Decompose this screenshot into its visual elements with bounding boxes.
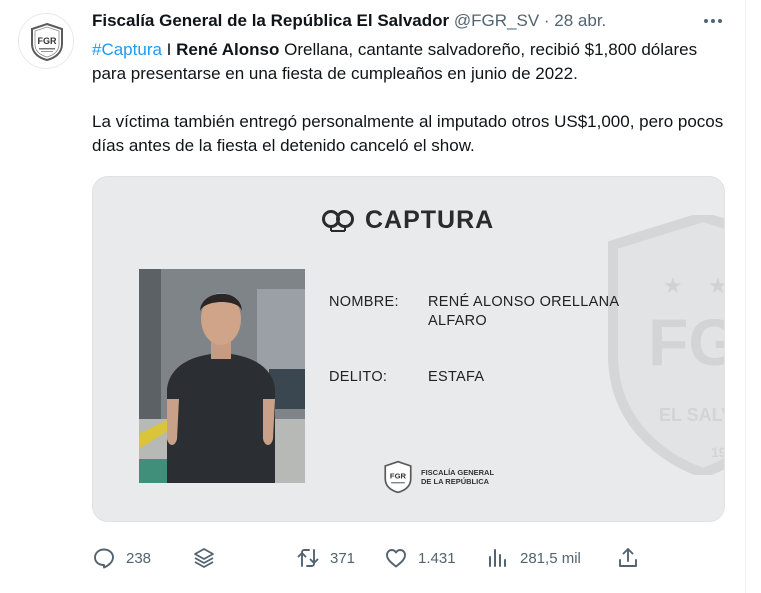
right-divider	[745, 0, 746, 593]
footer-logo: FGR FISCALÍA GENERAL DE LA REPÚBLICA	[381, 460, 501, 494]
fgr-badge-icon: FGR	[31, 22, 63, 62]
reply-count: 238	[126, 549, 152, 567]
tweet-header: Fiscalía General de la República El Salv…	[92, 9, 606, 33]
more-icon	[704, 19, 722, 23]
views-count: 281,5 mil	[520, 549, 581, 567]
reply-button[interactable]: 238	[92, 545, 151, 571]
reply-icon	[94, 548, 114, 569]
watermark-badge: ★ ★ FGR EL SALV 19	[608, 215, 725, 475]
field-value-crime: ESTAFA	[428, 369, 485, 385]
watermark-sub: EL SALV	[659, 405, 725, 425]
card-title-text: CAPTURA	[365, 205, 495, 234]
more-button[interactable]	[700, 8, 726, 34]
fgr-badge-icon: FGR	[384, 460, 412, 494]
suspect-photo	[139, 269, 305, 483]
retweet-count: 371	[330, 549, 356, 567]
tweet-text: #Captura I René Alonso Orellana, cantant…	[92, 38, 732, 158]
share-button[interactable]	[616, 545, 640, 571]
footer-logo-text: FGR	[390, 472, 407, 481]
retweet-button[interactable]: 371	[296, 545, 355, 571]
watermark-num: 19	[711, 444, 725, 460]
heart-icon	[386, 549, 406, 568]
bold-name: René Alonso	[176, 40, 280, 59]
svg-text:★: ★	[663, 273, 683, 298]
card-title: CAPTURA	[321, 205, 494, 235]
watermark-text: FGR	[648, 305, 725, 379]
header-separator: ·	[539, 11, 555, 30]
action-bar: 238 371 1.431 281,5 mil	[92, 545, 652, 571]
footer-text: FISCALÍA GENERAL DE LA REPÚBLICA	[421, 468, 494, 486]
text-separator: I	[161, 40, 177, 59]
views-icon	[489, 549, 506, 567]
avatar-logo-text: FGR	[38, 36, 57, 46]
field-label-name: NOMBRE:	[329, 294, 399, 310]
like-button[interactable]: 1.431	[384, 545, 456, 571]
field-label-crime: DELITO:	[329, 369, 388, 385]
hashtag-link[interactable]: #Captura	[92, 40, 162, 59]
stack-icon	[194, 548, 214, 568]
views-button[interactable]: 281,5 mil	[486, 545, 581, 571]
share-icon	[619, 548, 637, 567]
retweet-icon	[297, 549, 319, 567]
svg-text:★: ★	[708, 273, 725, 298]
media-card[interactable]: ★ ★ FGR EL SALV 19 CAPTURA N	[92, 176, 725, 522]
author-name[interactable]: Fiscalía General de la República El Salv…	[92, 11, 449, 30]
like-count: 1.431	[418, 549, 456, 567]
avatar[interactable]: FGR	[18, 13, 74, 69]
handcuffs-icon	[322, 210, 354, 232]
field-value-name: RENÉ ALONSO ORELLANA ALFARO	[428, 294, 619, 329]
tweet-paragraph-2: La víctima también entregó personalmente…	[92, 112, 724, 155]
tweet-paragraph-1: #Captura I René Alonso Orellana, cantant…	[92, 38, 732, 86]
tweet-date[interactable]: 28 abr.	[554, 11, 606, 30]
stack-button[interactable]	[192, 545, 216, 571]
author-handle[interactable]: @FGR_SV	[454, 11, 539, 30]
